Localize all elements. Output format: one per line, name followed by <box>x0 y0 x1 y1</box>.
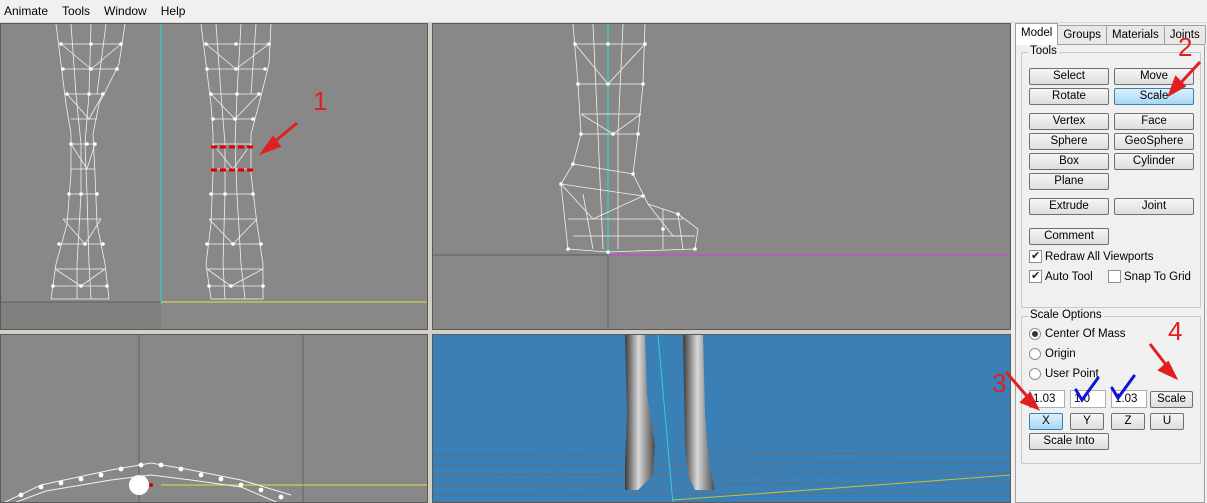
front-viewport[interactable]: 1 <box>0 23 428 330</box>
axis-x-button[interactable]: X <box>1029 413 1063 430</box>
auto-tool-row[interactable]: Auto Tool <box>1029 269 1093 283</box>
box-tool-button[interactable]: Box <box>1029 153 1109 170</box>
model-tab-pane: Tools Select Move Rotate Scale Vertex Fa… <box>1015 44 1205 503</box>
top-viewport-canvas <box>4 335 427 502</box>
auto-tool-label: Auto Tool <box>1045 270 1093 283</box>
snap-to-grid-row[interactable]: Snap To Grid <box>1108 270 1191 283</box>
menu-window[interactable]: Window <box>97 0 154 23</box>
redraw-all-checkbox[interactable] <box>1029 249 1042 263</box>
rotate-tool-button[interactable]: Rotate <box>1029 88 1109 105</box>
axis-z-button[interactable]: Z <box>1111 413 1145 430</box>
scale-y-input[interactable] <box>1070 390 1106 408</box>
menu-help[interactable]: Help <box>154 0 193 23</box>
menu-tools[interactable]: Tools <box>55 0 97 23</box>
scale-x-input[interactable] <box>1029 390 1065 408</box>
tab-model[interactable]: Model <box>1015 23 1059 45</box>
comment-button[interactable]: Comment <box>1029 228 1109 245</box>
face-tool-button[interactable]: Face <box>1114 113 1194 130</box>
side-viewport[interactable] <box>432 23 1011 330</box>
tab-groups[interactable]: Groups <box>1057 25 1108 44</box>
cylinder-tool-button[interactable]: Cylinder <box>1114 153 1194 170</box>
scale-into-button[interactable]: Scale Into <box>1029 433 1109 450</box>
joint-tool-button[interactable]: Joint <box>1114 198 1194 215</box>
axis-u-button[interactable]: U <box>1150 413 1184 430</box>
extrude-tool-button[interactable]: Extrude <box>1029 198 1109 215</box>
snap-to-grid-label: Snap To Grid <box>1124 270 1191 283</box>
annotation-4: 4 <box>1168 316 1183 346</box>
sphere-tool-button[interactable]: Sphere <box>1029 133 1109 150</box>
perspective-viewport-canvas <box>433 335 1010 502</box>
viewport-area: 1 <box>0 23 1011 503</box>
move-tool-button[interactable]: Move <box>1114 68 1194 85</box>
menu-bar: Animate Tools Window Help <box>0 0 1207 23</box>
scale-z-input[interactable] <box>1111 390 1147 408</box>
scale-tool-button[interactable]: Scale <box>1114 88 1194 105</box>
axis-y-button[interactable]: Y <box>1070 413 1104 430</box>
apply-scale-button[interactable]: Scale <box>1150 391 1193 408</box>
redraw-all-row[interactable]: Redraw All Viewports <box>1029 249 1154 263</box>
auto-tool-checkbox[interactable] <box>1029 269 1042 283</box>
snap-to-grid-checkbox[interactable] <box>1108 270 1121 283</box>
annotation-2: 2 <box>1178 32 1193 62</box>
select-tool-button[interactable]: Select <box>1029 68 1109 85</box>
panel-tabs: Model Groups Materials Joints <box>1015 23 1206 45</box>
tab-materials[interactable]: Materials <box>1106 25 1165 44</box>
front-viewport-canvas <box>1 24 427 329</box>
vertex-tool-button[interactable]: Vertex <box>1029 113 1109 130</box>
tools-group-title: Tools <box>1028 45 1059 57</box>
center-of-mass-label: Center Of Mass <box>1045 328 1126 340</box>
center-of-mass-row[interactable]: Center Of Mass <box>1029 328 1126 340</box>
user-point-label: User Point <box>1045 368 1099 380</box>
user-point-radio[interactable] <box>1029 368 1041 380</box>
redraw-all-label: Redraw All Viewports <box>1045 250 1154 263</box>
plane-tool-button[interactable]: Plane <box>1029 173 1109 190</box>
annotation-3: 3 <box>992 368 1007 398</box>
origin-radio[interactable] <box>1029 348 1041 360</box>
scale-options-title: Scale Options <box>1028 309 1104 321</box>
side-viewport-canvas <box>433 24 1010 329</box>
user-point-row[interactable]: User Point <box>1029 368 1099 380</box>
model-panel: Model Groups Materials Joints Tools Sele… <box>1013 23 1207 503</box>
center-of-mass-radio[interactable] <box>1029 328 1041 340</box>
origin-row[interactable]: Origin <box>1029 348 1076 360</box>
origin-label: Origin <box>1045 348 1076 360</box>
geosphere-tool-button[interactable]: GeoSphere <box>1114 133 1194 150</box>
annotation-1: 1 <box>313 86 328 116</box>
perspective-viewport[interactable] <box>432 334 1011 503</box>
menu-animate[interactable]: Animate <box>0 0 55 23</box>
top-viewport[interactable] <box>0 334 428 503</box>
tools-group: Tools Select Move Rotate Scale Vertex Fa… <box>1021 45 1201 308</box>
